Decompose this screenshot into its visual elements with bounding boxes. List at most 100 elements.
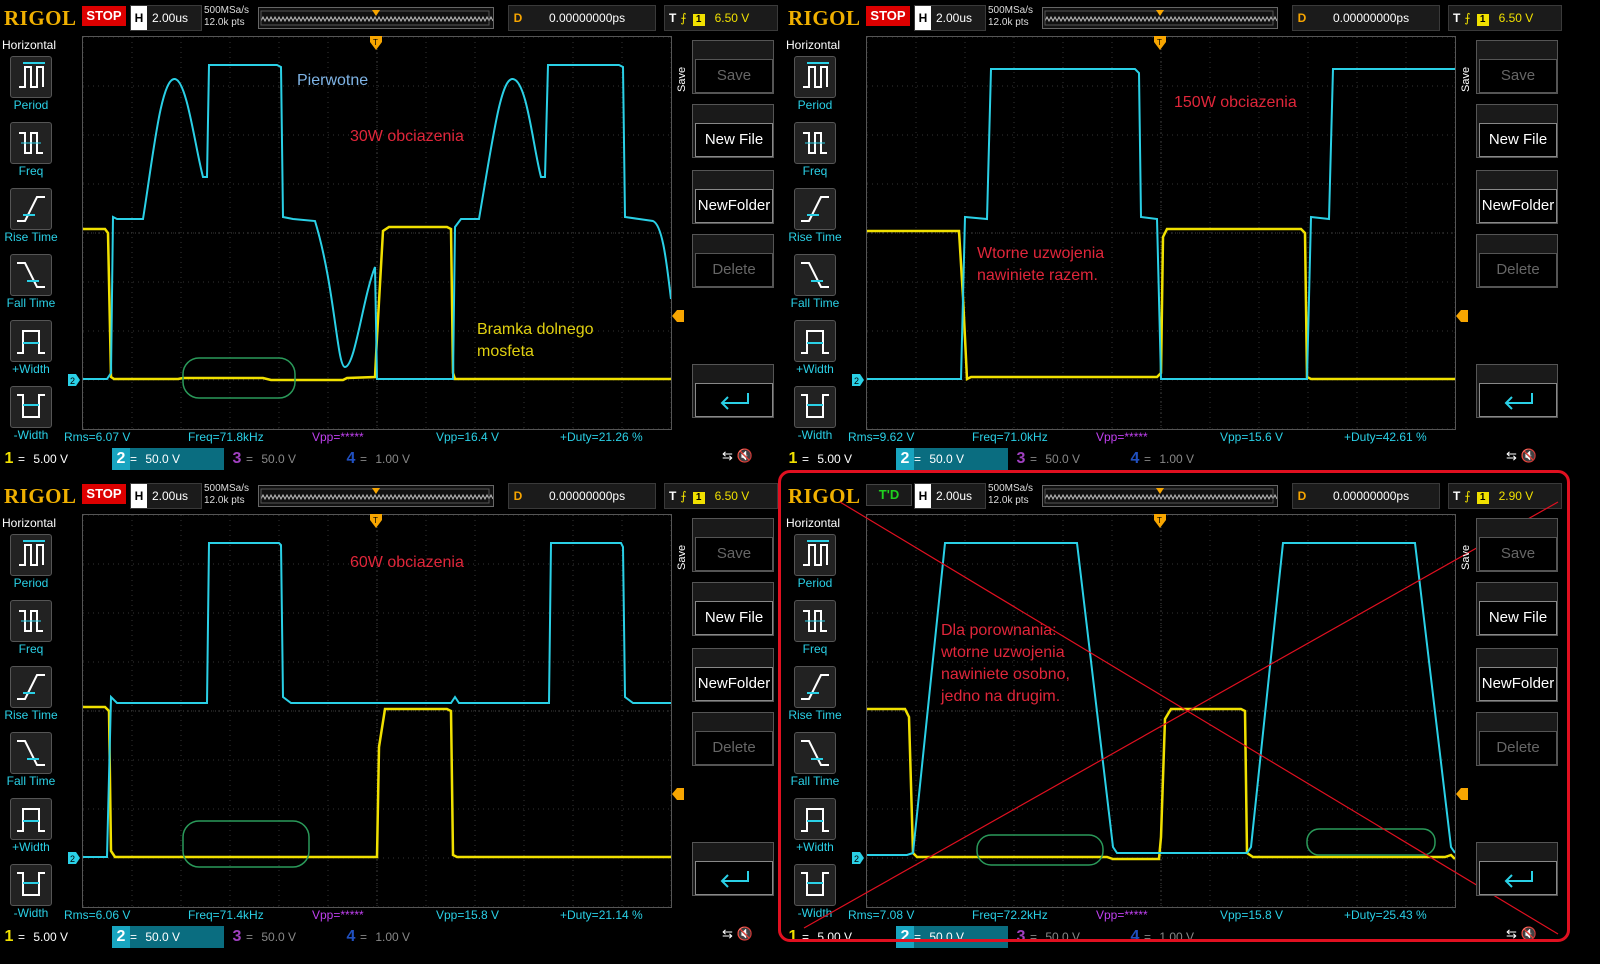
ch2-scale[interactable]: 2 = 50.0 V	[896, 448, 1008, 470]
save-button[interactable]: Save	[692, 518, 774, 572]
measure-rise-time-button[interactable]	[10, 188, 52, 230]
neg-width-icon	[801, 394, 829, 418]
ch2-scale[interactable]: 2 = 50.0 V	[112, 926, 224, 948]
scope-panel-4: RIGOL T'D H 2.00us 500MSa/s 12.0k pts D 0.0…	[784, 478, 1568, 948]
measure-fall-time-button[interactable]	[10, 732, 52, 774]
measure--width-button[interactable]	[10, 386, 52, 428]
measure-period-button[interactable]	[794, 56, 836, 98]
back-button[interactable]	[692, 364, 774, 418]
horizontal-scale[interactable]: H 2.00us	[130, 483, 202, 509]
trigger-readout[interactable]: T ⨍ 1 6.50 V	[1448, 5, 1562, 31]
ch1-scale[interactable]: 1 = 5.00 V	[784, 448, 894, 470]
sample-rate-readout: 500MSa/s 12.0k pts	[204, 483, 250, 506]
new-folder-button[interactable]: NewFolder	[692, 170, 774, 224]
top-status-bar: RIGOL STOP H 2.00us 500MSa/s 12.0k pts D 0.…	[0, 480, 784, 510]
memory-overview-bar[interactable]	[258, 7, 494, 29]
measure--width-button[interactable]	[10, 798, 52, 840]
memory-overview-bar[interactable]	[258, 485, 494, 507]
new-folder-button[interactable]: NewFolder	[692, 648, 774, 702]
waveform-grid[interactable]	[866, 36, 1456, 430]
rms-readout: Rms=7.08 V	[848, 908, 915, 922]
delete-button[interactable]: Delete	[692, 712, 774, 766]
run-status-badge[interactable]: STOP	[866, 6, 910, 26]
ch2-offset-marker-icon[interactable]: 2	[68, 852, 80, 864]
vpp-readout: Vpp=15.6 V	[1220, 430, 1284, 444]
run-status-badge[interactable]: STOP	[82, 6, 126, 26]
measure-freq-button[interactable]	[10, 600, 52, 642]
annotation-text: mosfeta	[477, 343, 534, 360]
measure-label: Period	[797, 98, 833, 112]
measure-label: +Width	[796, 362, 834, 376]
delay-readout[interactable]: D 0.00000000ps	[508, 5, 656, 31]
ch3-scale[interactable]: 3 = 50.0 V	[1012, 448, 1122, 470]
back-button[interactable]	[1476, 842, 1558, 896]
ch3-scale[interactable]: 3 = 50.0 V	[228, 926, 338, 948]
new-file-button[interactable]: New File	[1476, 104, 1558, 158]
trigger-readout[interactable]: T ⨍ 1 6.50 V	[664, 483, 778, 509]
measure-label: Fall Time	[6, 296, 56, 310]
measure-fall-time-button[interactable]	[794, 254, 836, 296]
delay-readout[interactable]: D 0.00000000ps	[508, 483, 656, 509]
pos-width-icon	[801, 330, 829, 354]
freq-icon	[19, 610, 43, 632]
ch1-scale[interactable]: 1 = 5.00 V	[0, 448, 110, 470]
trigger-readout[interactable]: T ⨍ 1 6.50 V	[664, 5, 778, 31]
measure-fall-time-button[interactable]	[10, 254, 52, 296]
ch3-scale[interactable]: 3 = 50.0 V	[228, 448, 338, 470]
new-folder-button[interactable]: NewFolder	[1476, 648, 1558, 702]
trigger-position-marker-icon[interactable]: T	[370, 514, 382, 530]
ch3-scale[interactable]: 3 = 50.0 V	[1012, 926, 1122, 948]
measure--width-button[interactable]	[794, 320, 836, 362]
ch1-scale[interactable]: 1 = 5.00 V	[784, 926, 894, 948]
top-status-bar: RIGOL STOP H 2.00us 500MSa/s 12.0k pts D 0.…	[784, 2, 1568, 32]
delay-readout[interactable]: D 0.00000000ps	[1292, 5, 1440, 31]
save-button[interactable]: Save	[692, 40, 774, 94]
measure-rise-time-button[interactable]	[794, 188, 836, 230]
ch1-scale[interactable]: 1 = 5.00 V	[0, 926, 110, 948]
delete-button[interactable]: Delete	[1476, 712, 1558, 766]
usb-sound-icon: ⇆ 🔇	[722, 448, 753, 463]
freq-readout: Freq=71.8kHz	[188, 430, 264, 444]
ch2-scale[interactable]: 2 = 50.0 V	[112, 448, 224, 470]
ch2-offset-marker-icon[interactable]: 2	[68, 374, 80, 386]
freq-readout: Freq=72.2kHz	[972, 908, 1048, 922]
ch4-scale[interactable]: 4 = 1.00 V	[342, 448, 452, 470]
waveform-grid[interactable]	[82, 36, 672, 430]
horizontal-scale[interactable]: H 2.00us	[130, 5, 202, 31]
new-folder-button[interactable]: NewFolder	[1476, 170, 1558, 224]
save-button[interactable]: Save	[1476, 518, 1558, 572]
new-file-button[interactable]: New File	[692, 582, 774, 636]
vpp-readout: Vpp=16.4 V	[436, 430, 500, 444]
ch2-offset-marker-icon[interactable]: 2	[852, 374, 864, 386]
measure-label: -Width	[797, 428, 833, 442]
return-arrow-icon	[720, 393, 749, 410]
measure--width-button[interactable]	[10, 320, 52, 362]
trigger-position-marker-icon[interactable]: T	[1154, 36, 1166, 52]
new-file-button[interactable]: New File	[1476, 582, 1558, 636]
measure-rise-time-button[interactable]	[10, 666, 52, 708]
measure-freq-button[interactable]	[794, 122, 836, 164]
run-status-badge[interactable]: STOP	[82, 484, 126, 504]
horizontal-scale[interactable]: H 2.00us	[914, 5, 986, 31]
duty-readout: +Duty=42.61 %	[1344, 430, 1427, 444]
save-button[interactable]: Save	[1476, 40, 1558, 94]
measure-period-button[interactable]	[10, 534, 52, 576]
measure--width-button[interactable]	[10, 864, 52, 906]
ch2-scale[interactable]: 2 = 50.0 V	[896, 926, 1008, 948]
svg-text:2: 2	[854, 376, 859, 386]
ch4-scale[interactable]: 4 = 1.00 V	[1126, 448, 1236, 470]
save-menu-title: Save	[676, 66, 688, 92]
new-file-button[interactable]: New File	[692, 104, 774, 158]
trigger-position-marker-icon[interactable]: T	[370, 36, 382, 52]
ch4-scale[interactable]: 4 = 1.00 V	[1126, 926, 1236, 948]
ch4-scale[interactable]: 4 = 1.00 V	[342, 926, 452, 948]
rigol-logo: RIGOL	[4, 484, 77, 508]
measure-period-button[interactable]	[10, 56, 52, 98]
delete-button[interactable]: Delete	[692, 234, 774, 288]
measure--width-button[interactable]	[794, 386, 836, 428]
measure-freq-button[interactable]	[10, 122, 52, 164]
back-button[interactable]	[692, 842, 774, 896]
memory-overview-bar[interactable]	[1042, 7, 1278, 29]
delete-button[interactable]: Delete	[1476, 234, 1558, 288]
back-button[interactable]	[1476, 364, 1558, 418]
